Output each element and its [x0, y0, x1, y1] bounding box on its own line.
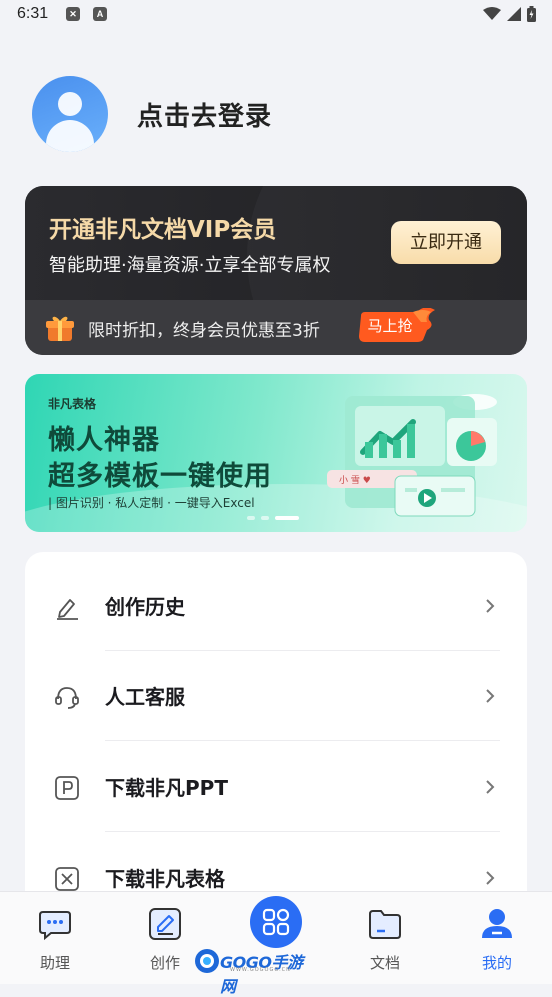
- grab-deal-label: 马上抢: [367, 317, 413, 335]
- apps-center-button[interactable]: [250, 896, 302, 948]
- banner-headline-2: 超多模板一键使用: [48, 461, 272, 492]
- vip-subtitle: 智能助理·海量资源·立享全部专属权: [49, 255, 331, 276]
- profile-header[interactable]: 点击去登录: [32, 75, 272, 153]
- tab-documents[interactable]: 文档: [330, 892, 440, 984]
- chevron-right-icon: [486, 780, 495, 794]
- notification-a-icon: A: [93, 7, 107, 21]
- chat-icon: [39, 911, 71, 941]
- user-icon: [482, 909, 512, 938]
- vip-title: 开通非凡文档VIP会员: [49, 217, 277, 243]
- gift-icon: [46, 316, 74, 341]
- banner-headline-1: 懒人神器: [48, 425, 160, 456]
- edit-icon: [149, 908, 181, 940]
- tab-label: 助理: [39, 954, 70, 972]
- vip-card[interactable]: 开通非凡文档VIP会员 智能助理·海量资源·立享全部专属权 立即开通 限时折扣，…: [25, 186, 527, 355]
- vip-promo-bar[interactable]: 限时折扣，终身会员优惠至3折 马上抢: [25, 300, 527, 355]
- menu-item-download-ppt[interactable]: 下载非凡PPT: [25, 742, 527, 832]
- banner-dot-active[interactable]: [275, 516, 299, 520]
- tab-assistant[interactable]: 助理: [0, 892, 110, 984]
- battery-icon: [527, 6, 536, 22]
- watermark-logo: GOGO手游网 WWW.GOGOGO.CN: [194, 947, 304, 996]
- avatar[interactable]: [32, 76, 108, 152]
- banner-dot[interactable]: [247, 516, 255, 520]
- chevron-right-icon: [486, 689, 495, 703]
- chevron-right-icon: [486, 871, 495, 885]
- banner-pagination: [247, 516, 299, 520]
- illustration-text: 小 雪 ♥: [339, 475, 371, 486]
- menu-label: 人工客服: [105, 685, 185, 709]
- menu-item-customer-service[interactable]: 人工客服: [25, 651, 527, 741]
- folder-icon: [369, 910, 401, 939]
- signal-icon: [507, 7, 521, 21]
- menu-label: 下载非凡表格: [105, 867, 225, 891]
- open-vip-button[interactable]: 立即开通: [391, 221, 501, 264]
- promo-banner[interactable]: 非凡表格 懒人神器 超多模板一键使用 | 图片识别 · 私人定制 · 一键导入E…: [25, 374, 527, 532]
- banner-brand: 非凡表格: [48, 397, 97, 411]
- vip-card-top: 开通非凡文档VIP会员 智能助理·海量资源·立享全部专属权 立即开通: [25, 186, 527, 300]
- watermark-icon: [195, 949, 219, 973]
- grab-deal-button[interactable]: 马上抢: [355, 308, 435, 344]
- login-link[interactable]: 点击去登录: [137, 96, 272, 133]
- apps-icon: [262, 908, 290, 936]
- spreadsheet-illustration: 小 雪 ♥: [327, 394, 497, 517]
- promo-text: 限时折扣，终身会员优惠至3折: [88, 321, 320, 341]
- pencil-icon: [57, 599, 78, 620]
- menu-label: 创作历史: [105, 595, 185, 619]
- tab-label: 文档: [369, 954, 400, 972]
- tab-label: 我的: [481, 954, 512, 972]
- notification-x-icon: ✕: [66, 7, 80, 21]
- status-bar: 6:31 ✕ A: [0, 0, 552, 32]
- menu-item-creation-history[interactable]: 创作历史: [25, 561, 527, 651]
- chevron-right-icon: [486, 599, 495, 613]
- tab-profile[interactable]: 我的: [442, 892, 552, 984]
- menu-label: 下载非凡PPT: [105, 776, 228, 800]
- ppt-icon: [55, 776, 79, 800]
- wifi-icon: [483, 7, 501, 20]
- status-indicators: [483, 6, 536, 22]
- status-time: 6:31: [17, 5, 49, 22]
- watermark-url: WWW.GOGOGO.CN: [230, 967, 291, 973]
- banner-dot[interactable]: [261, 516, 269, 520]
- sheet-icon: [55, 867, 79, 891]
- banner-tagline: | 图片识别 · 私人定制 · 一键导入Excel: [48, 496, 255, 510]
- headset-icon: [55, 687, 79, 709]
- menu-card: 创作历史 人工客服 下载非凡PPT 下载非凡表格: [25, 552, 527, 932]
- watermark-text: GOGO手游网: [220, 953, 303, 996]
